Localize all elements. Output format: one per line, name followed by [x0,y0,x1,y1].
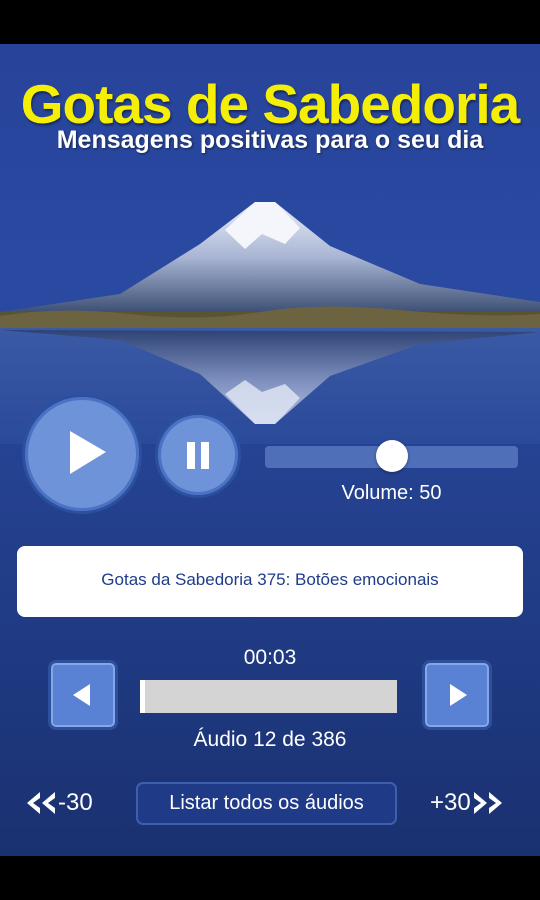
progress-bar[interactable] [140,680,397,713]
play-icon [70,431,106,474]
play-button[interactable] [22,394,142,514]
previous-button[interactable] [48,660,118,730]
double-chevron-right-icon [473,792,502,814]
list-all-audios-label: Listar todos os áudios [169,792,364,814]
app-subtitle: Mensagens positivas para o seu dia [56,126,484,154]
status-bar [0,0,540,44]
track-title: Gotas da Sabedoria 375: Botões emocionai… [101,570,439,589]
double-chevron-left-icon [27,792,55,814]
triangle-left-icon [73,684,90,706]
rewind-30-button[interactable]: -30 [24,788,93,818]
list-all-audios-button[interactable]: Listar todos os áudios [136,782,397,825]
triangle-right-icon [450,684,467,706]
audio-counter: Áudio 12 de 386 [193,728,347,751]
pause-icon [187,442,209,469]
rewind-30-label: -30 [58,789,93,816]
app-screen: Gotas de Sabedoria Mensagens positivas p… [0,44,540,856]
forward-30-button[interactable]: +30 [430,788,505,818]
pause-button[interactable] [155,412,241,498]
volume-label: Volume: 50 [341,482,442,504]
volume-slider-thumb[interactable] [375,440,408,472]
next-button[interactable] [422,660,492,730]
navigation-bar [0,856,540,900]
track-title-box: Gotas da Sabedoria 375: Botões emocionai… [17,546,523,617]
progress-fill [140,680,146,713]
forward-30-label: +30 [430,789,471,816]
